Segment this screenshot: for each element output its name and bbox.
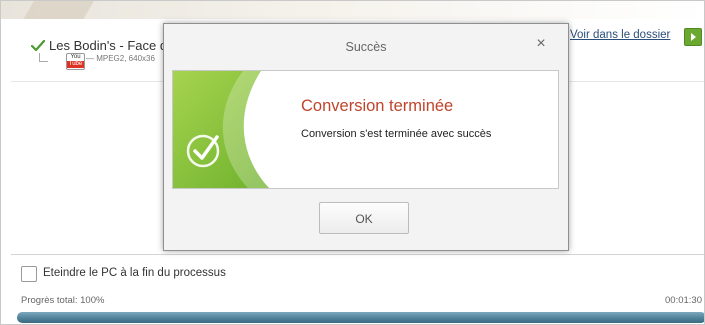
progress-bar <box>17 312 704 323</box>
check-icon <box>31 39 45 52</box>
shutdown-checkbox[interactable] <box>21 266 37 282</box>
app-window: Les Bodin's - Face d You Tube — MPEG2, 6… <box>0 0 705 325</box>
progress-percent: 100% <box>80 295 105 306</box>
message-panel: Conversion terminée Conversion s'est ter… <box>172 70 559 189</box>
message-heading: Conversion terminée <box>301 97 454 115</box>
shutdown-label: Eteindre le PC à la fin du processus <box>43 267 226 279</box>
open-folder-link[interactable]: Voir dans le dossier <box>570 29 670 41</box>
play-icon[interactable] <box>684 28 702 46</box>
close-icon[interactable]: × <box>533 35 549 53</box>
file-title: Les Bodin's - Face d <box>49 38 168 53</box>
tree-connector <box>39 53 48 62</box>
ok-button[interactable]: OK <box>319 202 409 234</box>
success-check-icon <box>173 71 288 188</box>
message-text: Conversion s'est terminée avec succès <box>301 128 492 140</box>
progress-label: Progrès total: 100% <box>21 295 105 306</box>
youtube-icon: You Tube <box>66 53 85 70</box>
progress-fill <box>17 312 704 323</box>
dialog-title: Succès <box>345 40 387 54</box>
file-format: — MPEG2, 640x36 <box>86 54 155 63</box>
success-dialog: Succès × Conversion terminée Conversion … <box>163 23 569 251</box>
top-decoration <box>1 1 704 21</box>
elapsed-time: 00:01:30 <box>665 295 702 306</box>
